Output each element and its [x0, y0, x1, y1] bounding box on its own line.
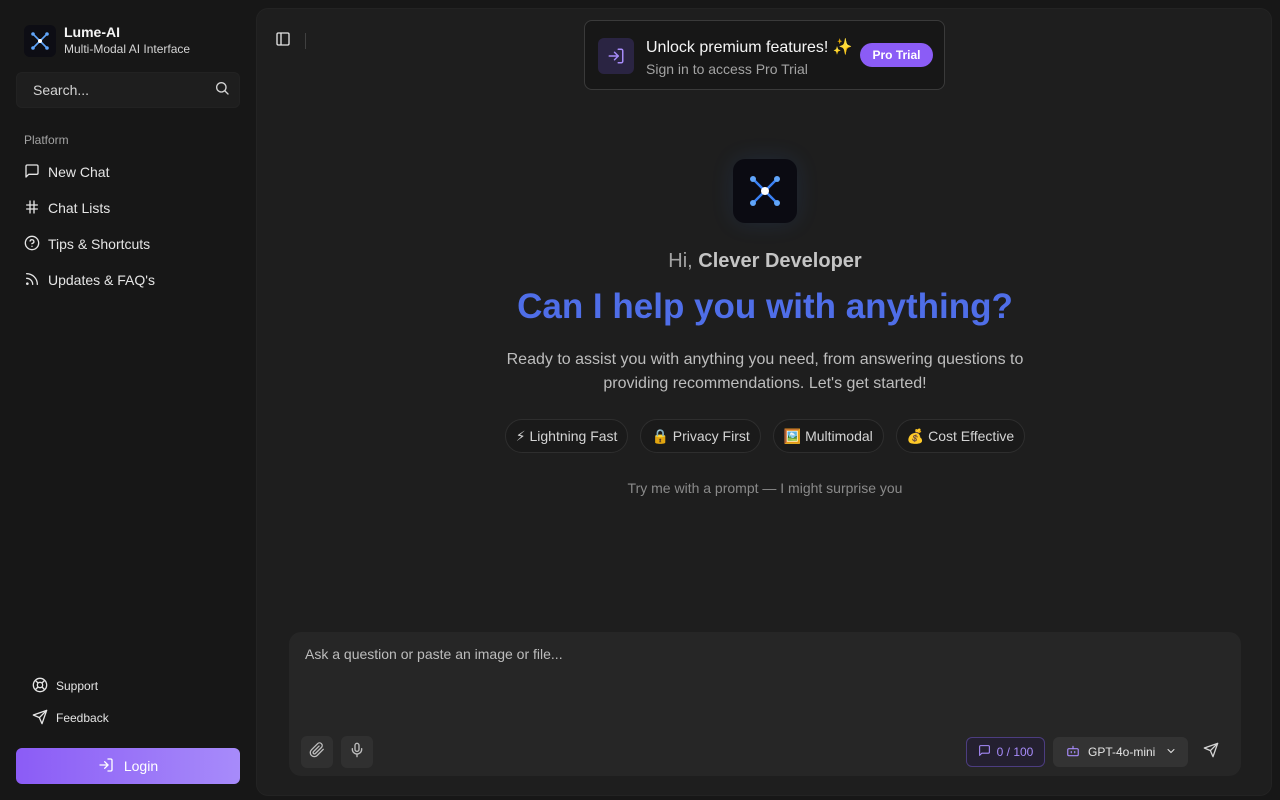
chevron-down-icon — [1165, 745, 1177, 760]
feedback-label: Feedback — [56, 711, 109, 725]
rss-icon — [24, 271, 48, 290]
badge-multimodal: 🖼️ Multimodal — [772, 419, 884, 453]
search-box — [16, 72, 240, 108]
life-buoy-icon — [32, 677, 56, 696]
sidebar: Lume-AI Multi-Modal AI Interface Platfor… — [0, 0, 256, 800]
sidebar-item-label: Tips & Shortcuts — [48, 236, 151, 252]
sidebar-item-tips-shortcuts[interactable]: Tips & Shortcuts — [16, 226, 240, 262]
panel-left-icon — [275, 31, 291, 52]
support-link[interactable]: Support — [24, 670, 109, 702]
badge-lightning-fast: ⚡ Lightning Fast — [504, 419, 629, 453]
chat-input[interactable] — [305, 646, 1205, 706]
prompt-hint: Try me with a prompt — I might surprise … — [627, 480, 903, 496]
sidebar-nav: New Chat Chat Lists Tips & Shortcuts Upd… — [16, 154, 240, 298]
hash-icon — [24, 199, 48, 218]
pro-trial-button[interactable]: Pro Trial — [860, 43, 933, 67]
message-square-icon — [978, 744, 997, 760]
network-x-icon — [24, 24, 56, 57]
sidebar-item-label: Updates & FAQ's — [48, 272, 155, 288]
log-in-icon — [98, 757, 124, 776]
sidebar-item-label: Chat Lists — [48, 200, 111, 216]
sidebar-item-label: New Chat — [48, 164, 110, 180]
send-button[interactable] — [1199, 740, 1223, 764]
search-icon[interactable] — [214, 80, 230, 101]
promo-title: Unlock premium features! ✨ — [646, 39, 853, 56]
sidebar-item-new-chat[interactable]: New Chat — [16, 154, 240, 190]
greeting-prefix: Hi, — [668, 250, 699, 272]
bot-icon — [1066, 744, 1080, 761]
sidebar-item-updates-faqs[interactable]: Updates & FAQ's — [16, 262, 240, 298]
login-label: Login — [123, 758, 159, 774]
sidebar-footer: Support Feedback — [24, 670, 109, 734]
badge-privacy-first: 🔒 Privacy First — [640, 419, 761, 453]
brand-name: Lume-AI — [64, 24, 120, 40]
login-button[interactable]: Login — [16, 748, 240, 784]
sidebar-item-chat-lists[interactable]: Chat Lists — [16, 190, 240, 226]
paperclip-icon — [309, 741, 325, 763]
help-circle-icon — [24, 235, 48, 254]
search-input[interactable] — [33, 82, 214, 98]
section-label-platform: Platform — [24, 133, 69, 147]
message-square-icon — [24, 163, 48, 182]
promo-subtitle: Sign in to access Pro Trial — [646, 61, 808, 77]
model-name: GPT-4o-mini — [1088, 745, 1156, 759]
header-divider — [305, 33, 306, 49]
brand-subtitle: Multi-Modal AI Interface — [64, 42, 191, 56]
support-label: Support — [56, 679, 99, 693]
attach-button[interactable] — [301, 736, 333, 768]
feedback-link[interactable]: Feedback — [24, 702, 109, 734]
feature-badges: ⚡ Lightning Fast 🔒 Privacy First 🖼️ Mult… — [257, 419, 1273, 453]
hero-logo-icon — [733, 159, 797, 223]
badge-cost-effective: 💰 Cost Effective — [895, 419, 1026, 453]
hero-description: Ready to assist you with anything you ne… — [506, 351, 1024, 392]
microphone-icon — [349, 742, 365, 763]
message-counter: 0 / 100 — [966, 737, 1045, 767]
promo-banner: Unlock premium features! ✨ Sign in to ac… — [584, 20, 945, 90]
chat-composer: 0 / 100 GPT-4o-mini — [289, 632, 1241, 776]
headline: Can I help you with anything? — [517, 287, 1013, 326]
sign-in-icon — [598, 38, 634, 74]
voice-button[interactable] — [341, 736, 373, 768]
model-selector[interactable]: GPT-4o-mini — [1053, 737, 1188, 767]
send-icon — [1203, 742, 1219, 763]
send-icon — [32, 709, 56, 728]
sidebar-toggle-button[interactable] — [273, 31, 293, 51]
counter-value: 0 / 100 — [996, 745, 1034, 759]
main-panel: Unlock premium features! ✨ Sign in to ac… — [256, 8, 1272, 796]
user-name: Clever Developer — [698, 250, 862, 272]
greeting: Hi, Clever Developer — [257, 250, 1273, 273]
brand[interactable]: Lume-AI Multi-Modal AI Interface — [24, 24, 190, 57]
